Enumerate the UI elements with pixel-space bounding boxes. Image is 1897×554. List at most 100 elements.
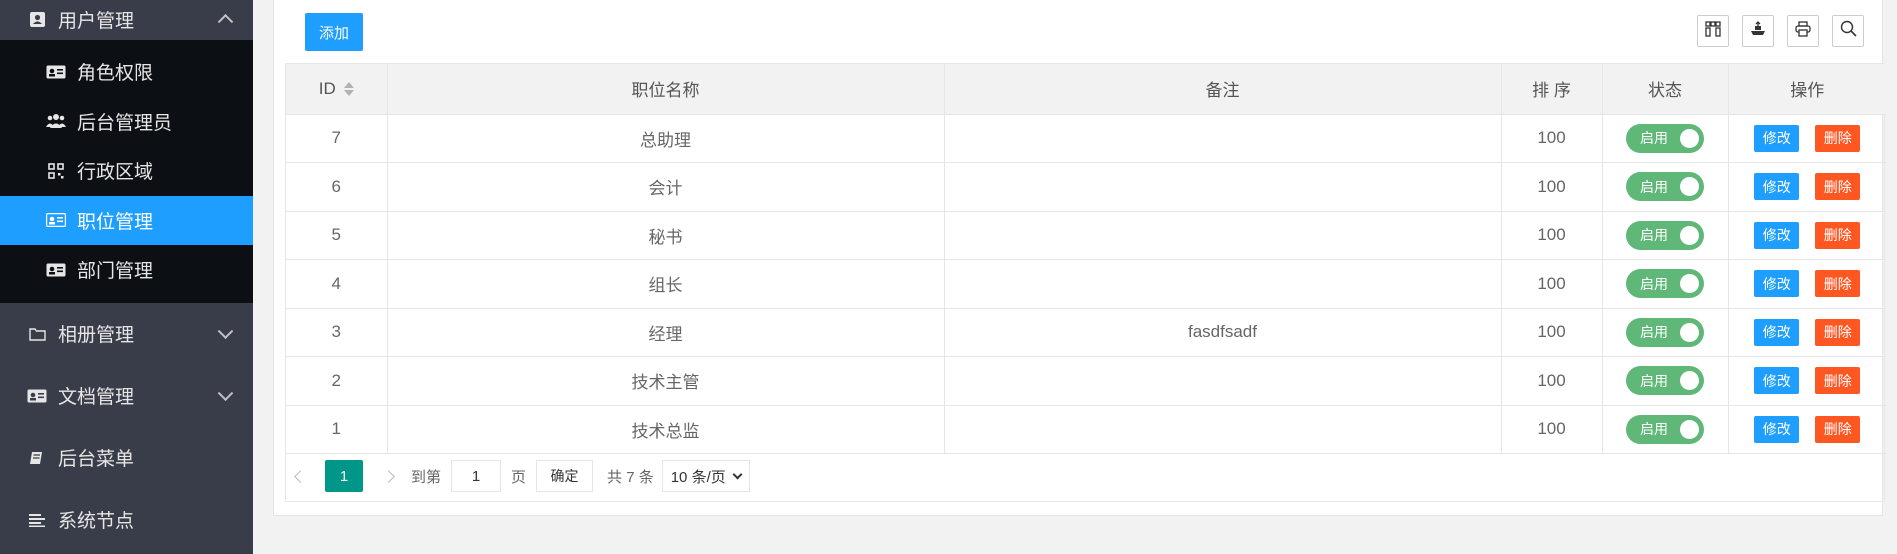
delete-button[interactable]: 删除: [1815, 318, 1861, 346]
sidebar-item-label: 部门管理: [77, 261, 154, 283]
switch-knob: [1680, 322, 1699, 342]
user-card-icon: [27, 9, 47, 29]
status-switch[interactable]: 启用: [1626, 172, 1704, 202]
edit-button[interactable]: 修改: [1754, 415, 1800, 443]
delete-button[interactable]: 删除: [1815, 367, 1861, 395]
cell-ops: 修改 删除: [1728, 162, 1886, 212]
delete-button[interactable]: 删除: [1815, 221, 1861, 249]
id-card-icon: [27, 386, 47, 406]
cell-remark: fasdfsadf: [944, 308, 1502, 357]
status-switch[interactable]: 启用: [1626, 269, 1704, 299]
cell-status: 启用: [1602, 162, 1729, 212]
cell-name: 技术总监: [387, 405, 945, 454]
header-status: 状态: [1602, 64, 1729, 115]
cell-id: 1: [286, 405, 388, 454]
print-button[interactable]: [1787, 15, 1819, 47]
export-button[interactable]: [1742, 15, 1774, 47]
delete-button[interactable]: 删除: [1815, 124, 1861, 152]
id-card-icon: [45, 64, 67, 80]
status-switch[interactable]: 启用: [1626, 366, 1704, 396]
cell-name: 经理: [387, 308, 945, 357]
cell-status: 启用: [1602, 114, 1729, 163]
prev-page-button[interactable]: [285, 461, 315, 491]
menu-user-mgmt[interactable]: 用户管理: [0, 0, 253, 40]
users-icon: [45, 113, 67, 129]
id-card-icon: [45, 212, 67, 228]
cell-ops: 修改 删除: [1728, 211, 1886, 260]
sidebar-item-regions[interactable]: 行政区域: [0, 146, 253, 196]
edit-button[interactable]: 修改: [1754, 124, 1800, 152]
cell-status: 启用: [1602, 405, 1729, 454]
current-page[interactable]: 1: [325, 460, 363, 492]
goto-page-input[interactable]: [451, 460, 502, 492]
sidebar-item-admins[interactable]: 后台管理员: [0, 97, 253, 147]
qrcode-icon: [45, 162, 67, 179]
cell-sort: 100: [1501, 405, 1603, 454]
edit-button[interactable]: 修改: [1754, 318, 1800, 346]
chevron-left-icon: [293, 469, 307, 483]
page-size-select[interactable]: 10 条/页: [661, 460, 750, 492]
search-button[interactable]: [1832, 15, 1864, 47]
cell-sort: 100: [1501, 211, 1603, 260]
sort-icon[interactable]: [343, 82, 354, 97]
switch-knob: [1680, 128, 1699, 148]
folder-icon: [27, 324, 47, 344]
cell-id: 2: [286, 356, 388, 406]
columns-filter-button[interactable]: [1697, 15, 1729, 47]
delete-button[interactable]: 删除: [1815, 270, 1861, 298]
cell-remark: [944, 114, 1502, 163]
status-switch[interactable]: 启用: [1626, 220, 1704, 250]
table-row: 4 组长 100 启用 修改 删除: [286, 259, 1886, 309]
user-mgmt-submenu: 角色权限 后台管理员 行政区域 职位管理 部门管理: [0, 40, 253, 303]
table-row: 5 秘书 100 启用 修改 删除: [286, 211, 1886, 260]
status-switch[interactable]: 启用: [1626, 123, 1704, 153]
status-switch-label: 启用: [1640, 227, 1668, 244]
main-card: 添加 ID 职位名称 备注 排 序 状态 操作 7 总助理 100 启用 修改 …: [273, 0, 1886, 516]
edit-button[interactable]: 修改: [1754, 270, 1800, 298]
cell-status: 启用: [1602, 308, 1729, 357]
delete-button[interactable]: 删除: [1815, 173, 1861, 201]
add-button[interactable]: 添加: [305, 13, 363, 51]
menu-backend-label: 后台菜单: [58, 449, 135, 470]
status-switch[interactable]: 启用: [1626, 317, 1704, 347]
menu-system-nodes[interactable]: 系统节点: [0, 489, 253, 551]
cell-ops: 修改 删除: [1728, 356, 1886, 406]
edit-button[interactable]: 修改: [1754, 221, 1800, 249]
cell-id: 6: [286, 162, 388, 212]
cell-name: 会计: [387, 162, 945, 212]
confirm-button[interactable]: 确定: [536, 460, 594, 492]
sidebar-item-positions[interactable]: 职位管理: [0, 195, 253, 245]
cell-status: 启用: [1602, 356, 1729, 406]
menu-docs-mgmt[interactable]: 文档管理: [0, 365, 253, 427]
search-icon: [1840, 20, 1857, 42]
header-id[interactable]: ID: [286, 64, 388, 115]
header-remark: 备注: [944, 64, 1502, 115]
cell-sort: 100: [1501, 308, 1603, 357]
delete-button[interactable]: 删除: [1815, 415, 1861, 443]
menu-backend-menu[interactable]: 后台菜单: [0, 427, 253, 489]
status-switch-label: 启用: [1640, 130, 1668, 147]
cell-name: 技术主管: [387, 356, 945, 406]
chevron-right-icon: [381, 469, 395, 483]
status-switch-label: 启用: [1640, 421, 1668, 438]
chevron-up-icon: [217, 13, 234, 30]
header-name: 职位名称: [387, 64, 945, 115]
menu-docs-label: 文档管理: [58, 387, 135, 408]
align-left-icon: [27, 510, 47, 530]
cell-status: 启用: [1602, 211, 1729, 260]
menu-album-mgmt[interactable]: 相册管理: [0, 303, 253, 365]
sidebar-item-label: 行政区域: [77, 162, 154, 184]
switch-knob: [1680, 225, 1699, 245]
status-switch-label: 启用: [1640, 372, 1668, 389]
cell-status: 启用: [1602, 259, 1729, 309]
cell-ops: 修改 删除: [1728, 114, 1886, 163]
sidebar-item-roles[interactable]: 角色权限: [0, 47, 253, 97]
menu-album-label: 相册管理: [58, 325, 135, 346]
edit-button[interactable]: 修改: [1754, 173, 1800, 201]
switch-knob: [1680, 274, 1699, 294]
status-switch[interactable]: 启用: [1626, 414, 1704, 444]
sidebar-item-departments[interactable]: 部门管理: [0, 245, 253, 295]
edit-button[interactable]: 修改: [1754, 367, 1800, 395]
next-page-button[interactable]: [373, 461, 403, 491]
cell-sort: 100: [1501, 162, 1603, 212]
